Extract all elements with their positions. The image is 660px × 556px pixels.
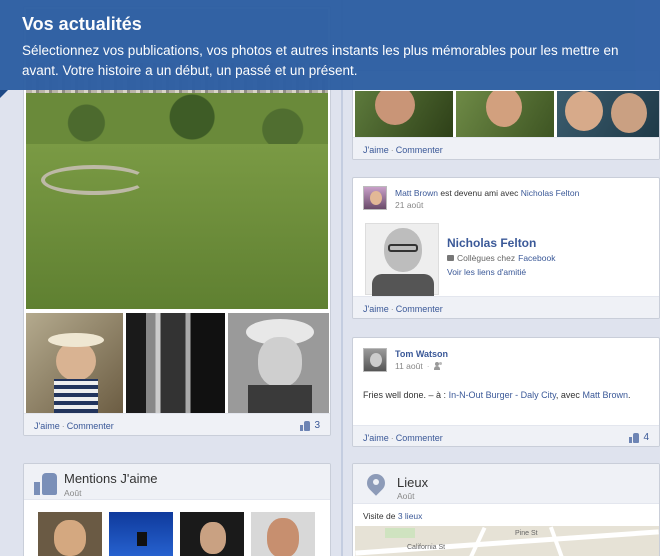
likes-subtitle: Août: [64, 488, 82, 498]
likes-section-card: Mentions J'aime Août: [23, 463, 331, 556]
thumbs-up-icon: [300, 420, 311, 431]
actor-link[interactable]: Matt Brown: [395, 188, 438, 198]
timeline-intro-banner: Vos actualités Sélectionnez vos publicat…: [0, 0, 660, 90]
photo-friends-2[interactable]: [456, 91, 554, 137]
like-count[interactable]: 3: [300, 420, 320, 431]
company-link[interactable]: Facebook: [518, 253, 555, 263]
like-link[interactable]: J'aime: [363, 145, 389, 155]
like-link[interactable]: J'aime: [363, 433, 389, 443]
like-link[interactable]: J'aime: [34, 421, 60, 431]
comment-link[interactable]: Commenter: [396, 145, 443, 155]
comment-link[interactable]: Commenter: [396, 433, 443, 443]
friend-name-link[interactable]: Nicholas Felton: [447, 236, 536, 250]
friend-profile-photo[interactable]: [365, 223, 439, 296]
banner-tab: [0, 90, 8, 98]
friend-post-card: Matt Brown est devenu ami avec Nicholas …: [352, 177, 660, 319]
friend-link[interactable]: Nicholas Felton: [521, 188, 580, 198]
photos-post-footer: J'aime · Commenter: [353, 137, 659, 159]
friendship-link[interactable]: Voir les liens d'amitié: [447, 267, 526, 277]
author-link[interactable]: Tom Watson: [395, 349, 448, 359]
status-post-footer: J'aime · Commenter 4: [353, 425, 659, 446]
photo-corridor[interactable]: [126, 313, 225, 413]
places-visit: Visite de 3 lieux: [363, 511, 423, 521]
thumbs-up-icon: [629, 432, 640, 443]
avatar[interactable]: [363, 348, 387, 372]
map-pin-icon: [363, 470, 389, 498]
briefcase-icon: [447, 255, 454, 261]
place-link[interactable]: In-N-Out Burger - Daly City: [449, 390, 556, 400]
like-link[interactable]: J'aime: [363, 304, 389, 314]
friend-work: Collègues chez Facebook: [447, 253, 555, 263]
places-title: Lieux: [397, 475, 429, 490]
tagged-person-link[interactable]: Matt Brown: [582, 390, 628, 400]
photo-woman-hat[interactable]: [26, 313, 123, 413]
photo-friends-1[interactable]: [355, 91, 453, 137]
status-post-card: Tom Watson 11 août · Fries well done. – …: [352, 337, 660, 447]
post-date: 21 août: [395, 200, 424, 210]
places-subtitle: Août: [397, 491, 415, 501]
comment-link[interactable]: Commenter: [67, 421, 114, 431]
comment-link[interactable]: Commenter: [396, 304, 443, 314]
liked-page-photo[interactable]: [251, 512, 315, 556]
places-section-card: Lieux Août Visite de 3 lieux California …: [352, 463, 660, 556]
places-count-link[interactable]: 3 lieux: [398, 511, 423, 521]
banner-title: Vos actualités: [22, 14, 142, 34]
like-count[interactable]: 4: [629, 432, 649, 443]
thumbs-up-icon: [34, 473, 58, 495]
friends-icon[interactable]: [433, 362, 443, 370]
friend-post-header: Matt Brown est devenu ami avec Nicholas …: [395, 188, 580, 198]
photo-post-footer: J'aime · Commenter 3: [24, 413, 330, 435]
likes-title: Mentions J'aime: [64, 471, 158, 486]
liked-page-photo[interactable]: [180, 512, 244, 556]
avatar[interactable]: [363, 186, 387, 210]
photo-friends-3[interactable]: [557, 91, 659, 137]
status-text: Fries well done. – à : In-N-Out Burger -…: [363, 390, 631, 400]
map-street-label: California St: [407, 544, 446, 551]
post-date: 11 août: [395, 361, 423, 371]
banner-text: Sélectionnez vos publications, vos photo…: [22, 43, 619, 78]
liked-page-photo[interactable]: [38, 512, 102, 556]
friend-post-footer: J'aime · Commenter: [353, 296, 659, 318]
liked-page-photo[interactable]: [109, 512, 173, 556]
map-street-label: Pine St: [515, 530, 538, 537]
places-map[interactable]: California St Pine St: [355, 526, 659, 556]
photo-woman-bw[interactable]: [228, 313, 329, 413]
